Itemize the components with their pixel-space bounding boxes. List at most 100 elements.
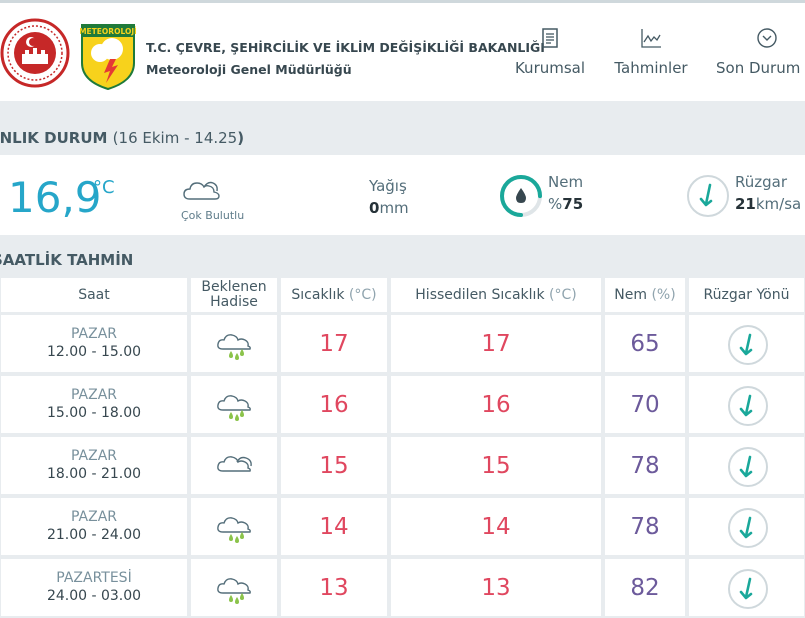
row-humidity: 82 bbox=[630, 575, 660, 601]
wind-direction-icon bbox=[728, 508, 768, 548]
row-feels: 17 bbox=[481, 331, 511, 357]
row-temp-cell: 14 bbox=[280, 497, 388, 556]
row-hours: 18.00 - 21.00 bbox=[46, 466, 142, 482]
row-humidity-cell: 78 bbox=[604, 436, 686, 495]
wind-direction-icon bbox=[728, 386, 768, 426]
row-feels-cell: 16 bbox=[390, 375, 602, 434]
row-time-cell: PAZAR 12.00 - 15.00 bbox=[0, 314, 188, 373]
met-logo-text: METEOROLOJİ bbox=[80, 27, 136, 36]
row-temp-cell: 13 bbox=[280, 558, 388, 617]
col-header-event: Beklenen Hadise bbox=[190, 277, 278, 313]
current-title-text: ANLIK DURUM bbox=[0, 129, 108, 147]
wind-value: 21km/sa bbox=[735, 195, 801, 213]
row-humidity: 78 bbox=[630, 453, 660, 479]
row-day: PAZAR bbox=[70, 326, 118, 342]
row-hours: 12.00 - 15.00 bbox=[46, 344, 142, 360]
col-header-time: Saat bbox=[0, 277, 188, 313]
temperature-unit: °C bbox=[93, 177, 115, 198]
row-event-cell bbox=[190, 314, 278, 373]
row-time-cell: PAZAR 21.00 - 24.00 bbox=[0, 497, 188, 556]
current-conditions: 16,9 °C Çok Bulutlu Yağış 0mm Nem %75 Rü… bbox=[0, 155, 805, 235]
row-humidity-cell: 65 bbox=[604, 314, 686, 373]
row-feels: 13 bbox=[481, 575, 511, 601]
row-temp-cell: 17 bbox=[280, 314, 388, 373]
org-subtitle: Meteoroloji Genel Müdürlüğü bbox=[146, 62, 352, 77]
cloud-icon bbox=[183, 181, 220, 200]
col-header-humidity: Nem (%) bbox=[604, 277, 686, 313]
row-humidity-cell: 70 bbox=[604, 375, 686, 434]
humidity-gauge bbox=[500, 175, 542, 217]
current-condition: Çok Bulutlu bbox=[181, 209, 245, 222]
nav-kurumsal-label: Kurumsal bbox=[514, 59, 586, 77]
row-feels-cell: 14 bbox=[390, 497, 602, 556]
hourly-forecast-table: Saat Beklenen Hadise Sıcaklık (°C) Hisse… bbox=[0, 277, 805, 618]
wind-direction-icon bbox=[728, 447, 768, 487]
org-title: T.C. ÇEVRE, ŞEHİRCİLİK VE İKLİM DEĞİŞİKL… bbox=[146, 40, 545, 55]
nav-kurumsal[interactable]: Kurumsal bbox=[512, 27, 588, 77]
row-event-cell bbox=[190, 497, 278, 556]
row-hours: 24.00 - 03.00 bbox=[46, 588, 142, 604]
row-day: PAZAR bbox=[70, 509, 118, 525]
humidity-label: Nem bbox=[548, 173, 584, 191]
row-feels-cell: 17 bbox=[390, 314, 602, 373]
row-day: PAZAR bbox=[70, 387, 118, 403]
table-row: PAZAR 12.00 - 15.00 17 17 65 bbox=[0, 313, 805, 374]
nav-son-durum[interactable]: Son Durum bbox=[716, 27, 805, 77]
row-humidity-cell: 78 bbox=[604, 497, 686, 556]
wind-direction-icon bbox=[687, 175, 729, 217]
site-header: METEOROLOJİ T.C. ÇEVRE, ŞEHİRCİLİK VE İK… bbox=[0, 0, 805, 101]
cloud-rain-icon bbox=[217, 334, 251, 360]
row-wind-cell bbox=[688, 436, 805, 495]
row-temp: 13 bbox=[319, 575, 349, 601]
chart-icon bbox=[641, 29, 661, 48]
cloud-icon bbox=[217, 456, 252, 472]
hourly-section-title: SAATLİK TAHMİN bbox=[0, 242, 797, 278]
row-temp: 16 bbox=[319, 392, 349, 418]
humidity-amount: 75 bbox=[562, 195, 584, 213]
wind-direction-icon bbox=[728, 569, 768, 609]
row-humidity: 78 bbox=[630, 514, 660, 540]
row-temp: 15 bbox=[319, 453, 349, 479]
row-time-cell: PAZARTESİ 24.00 - 03.00 bbox=[0, 558, 188, 617]
wind-label: Rüzgar bbox=[735, 173, 788, 191]
row-wind-cell bbox=[688, 497, 805, 556]
meteoroloji-logo[interactable]: METEOROLOJİ bbox=[80, 23, 136, 91]
row-humidity: 70 bbox=[630, 392, 660, 418]
wind-direction-icon bbox=[728, 325, 768, 365]
row-feels: 16 bbox=[481, 392, 511, 418]
humidity-prefix: % bbox=[548, 195, 563, 213]
nav-tahminler[interactable]: Tahminler bbox=[612, 27, 690, 77]
row-event-cell bbox=[190, 375, 278, 434]
ministry-logo[interactable] bbox=[0, 18, 70, 88]
cloud-rain-icon bbox=[217, 578, 251, 604]
row-feels-cell: 15 bbox=[390, 436, 602, 495]
nav-tahminler-label: Tahminler bbox=[614, 59, 688, 77]
row-event-cell bbox=[190, 436, 278, 495]
row-feels-cell: 13 bbox=[390, 558, 602, 617]
row-wind-cell bbox=[688, 558, 805, 617]
nav-son-durum-label: Son Durum bbox=[716, 59, 801, 77]
table-row: PAZARTESİ 24.00 - 03.00 13 13 82 bbox=[0, 557, 805, 618]
wind-speed: 21 bbox=[735, 195, 756, 213]
col-header-wind-dir: Rüzgar Yönü bbox=[688, 277, 805, 313]
table-body: PAZAR 12.00 - 15.00 17 17 65 PAZAR 15.00… bbox=[0, 313, 805, 618]
col-header-feels: Hissedilen Sıcaklık (°C) bbox=[390, 277, 602, 313]
row-wind-cell bbox=[688, 375, 805, 434]
row-feels: 15 bbox=[481, 453, 511, 479]
row-time-cell: PAZAR 15.00 - 18.00 bbox=[0, 375, 188, 434]
wind-unit: km/sa bbox=[755, 195, 802, 213]
current-time: 16 Ekim - 14.25 bbox=[118, 129, 238, 147]
table-row: PAZAR 18.00 - 21.00 15 15 78 bbox=[0, 435, 805, 496]
cloud-rain-icon bbox=[217, 395, 251, 421]
row-day: PAZARTESİ bbox=[56, 570, 132, 586]
row-temp-cell: 15 bbox=[280, 436, 388, 495]
rain-amount: 0 bbox=[369, 199, 380, 217]
humidity-value: %75 bbox=[548, 195, 583, 213]
table-row: PAZAR 21.00 - 24.00 14 14 78 bbox=[0, 496, 805, 557]
row-hours: 15.00 - 18.00 bbox=[46, 405, 142, 421]
row-humidity-cell: 82 bbox=[604, 558, 686, 617]
current-section-title: ANLIK DURUM (16 Ekim - 14.25) bbox=[0, 120, 793, 156]
hourly-title-text: SAATLİK TAHMİN bbox=[0, 251, 134, 269]
table-row: PAZAR 15.00 - 18.00 16 16 70 bbox=[0, 374, 805, 435]
chevron-circle-icon bbox=[757, 28, 777, 48]
